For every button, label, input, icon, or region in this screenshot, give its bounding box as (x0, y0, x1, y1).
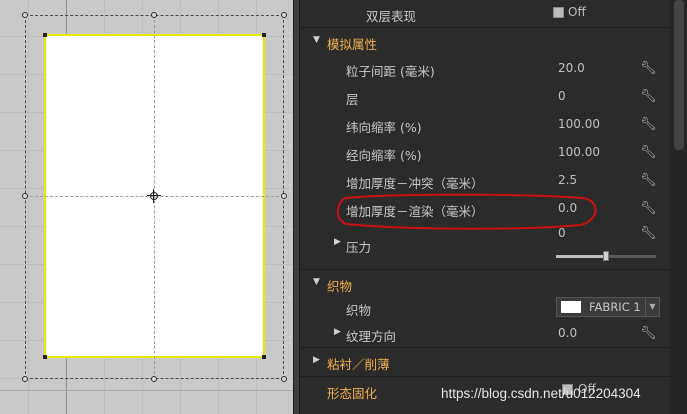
fabric-color-swatch (561, 301, 581, 313)
pressure-slider-fill (556, 255, 606, 258)
property-label: 织物 (346, 303, 372, 318)
property-row-particle-distance[interactable]: 粒子间距 (毫米) 20.0 🔧︎ (300, 55, 670, 83)
expand-triangle-icon[interactable]: ▶ (313, 355, 320, 365)
pressure-slider[interactable] (556, 251, 656, 261)
red-annotation-ellipse (336, 193, 597, 230)
property-row-texture-direction[interactable]: ▶ 纹理方向 0.0 🔧︎ (300, 320, 670, 348)
transform-handle[interactable] (281, 376, 287, 382)
section-title: 粘衬／削薄 (327, 357, 390, 372)
panel-splitter[interactable] (293, 0, 300, 414)
transform-handle[interactable] (22, 12, 28, 18)
fabric-select-value: FABRIC 1 (589, 300, 641, 314)
property-label: 经向缩率 (%) (346, 148, 422, 163)
wrench-icon[interactable]: 🔧︎ (640, 61, 657, 77)
watermark-text: https://blog.csdn.net/u012204304 (441, 386, 641, 401)
property-value-field[interactable]: 100.00 (558, 117, 600, 131)
property-value-field[interactable]: 20.0 (558, 61, 585, 75)
property-scrollbar[interactable] (670, 0, 687, 414)
chevron-down-icon[interactable]: ▼ (645, 298, 659, 316)
wrench-icon[interactable]: 🔧︎ (640, 326, 657, 342)
property-row-pressure[interactable]: ▶ 压力 0 🔧︎ (300, 224, 670, 264)
transform-handle[interactable] (22, 193, 28, 199)
section-simulation-properties[interactable]: ▼ 模拟属性 (300, 27, 670, 55)
property-label: 粒子间距 (毫米) (346, 64, 435, 79)
property-row-weft-shrinkage[interactable]: 纬向缩率 (%) 100.00 🔧︎ (300, 111, 670, 139)
property-row-layer[interactable]: 层 0 🔧︎ (300, 83, 670, 111)
property-row-warp-shrinkage[interactable]: 经向缩率 (%) 100.00 🔧︎ (300, 139, 670, 167)
transform-handle[interactable] (151, 376, 157, 382)
fabric-select[interactable]: FABRIC 1 ▼ (556, 297, 660, 317)
expand-triangle-icon[interactable]: ▶ (334, 237, 341, 247)
expand-triangle-icon[interactable]: ▼ (313, 35, 320, 45)
section-fusible-skive[interactable]: ▶ 粘衬／削薄 (300, 347, 670, 375)
wrench-icon[interactable]: 🔧︎ (640, 173, 657, 189)
wrench-icon[interactable]: 🔧︎ (640, 89, 657, 105)
section-fabric[interactable]: ▼ 织物 (300, 269, 670, 297)
pivot-crosshair-icon[interactable] (147, 189, 161, 203)
double-layer-value: Off (568, 5, 586, 19)
property-value-field[interactable]: 0.0 (558, 326, 577, 340)
section-title: 织物 (327, 279, 353, 294)
scrollbar-thumb[interactable] (674, 0, 684, 150)
transform-handle[interactable] (151, 12, 157, 18)
expand-triangle-icon[interactable]: ▼ (313, 277, 320, 287)
double-layer-checkbox[interactable] (553, 7, 564, 18)
transform-handle[interactable] (281, 12, 287, 18)
pattern-viewport[interactable] (0, 0, 293, 414)
property-label: 层 (346, 92, 359, 107)
viewport-axis-horizontal (0, 390, 293, 391)
property-value-field[interactable]: 2.5 (558, 173, 577, 187)
property-value-field[interactable]: 100.00 (558, 145, 600, 159)
property-label: 纹理方向 (346, 329, 397, 344)
property-label: 纬向缩率 (%) (346, 120, 422, 135)
property-value-field[interactable]: 0 (558, 89, 566, 103)
property-label: 压力 (346, 240, 372, 255)
property-row-double-layer[interactable]: 双层表现 Off (300, 0, 670, 28)
property-label: 增加厚度－冲突（毫米） (346, 176, 484, 191)
pressure-slider-knob[interactable] (603, 251, 609, 261)
section-title: 形态固化 (327, 386, 378, 401)
wrench-icon[interactable]: 🔧︎ (640, 145, 657, 161)
transform-handle[interactable] (22, 376, 28, 382)
property-row-thickness-collision[interactable]: 增加厚度－冲突（毫米） 2.5 🔧︎ (300, 167, 670, 195)
property-label: 双层表现 (366, 9, 417, 24)
wrench-icon[interactable]: 🔧︎ (640, 117, 657, 133)
wrench-icon[interactable]: 🔧︎ (640, 226, 657, 242)
expand-triangle-icon[interactable]: ▶ (334, 327, 341, 337)
transform-handle[interactable] (281, 193, 287, 199)
wrench-icon[interactable]: 🔧︎ (640, 201, 657, 217)
section-title: 模拟属性 (327, 37, 378, 52)
